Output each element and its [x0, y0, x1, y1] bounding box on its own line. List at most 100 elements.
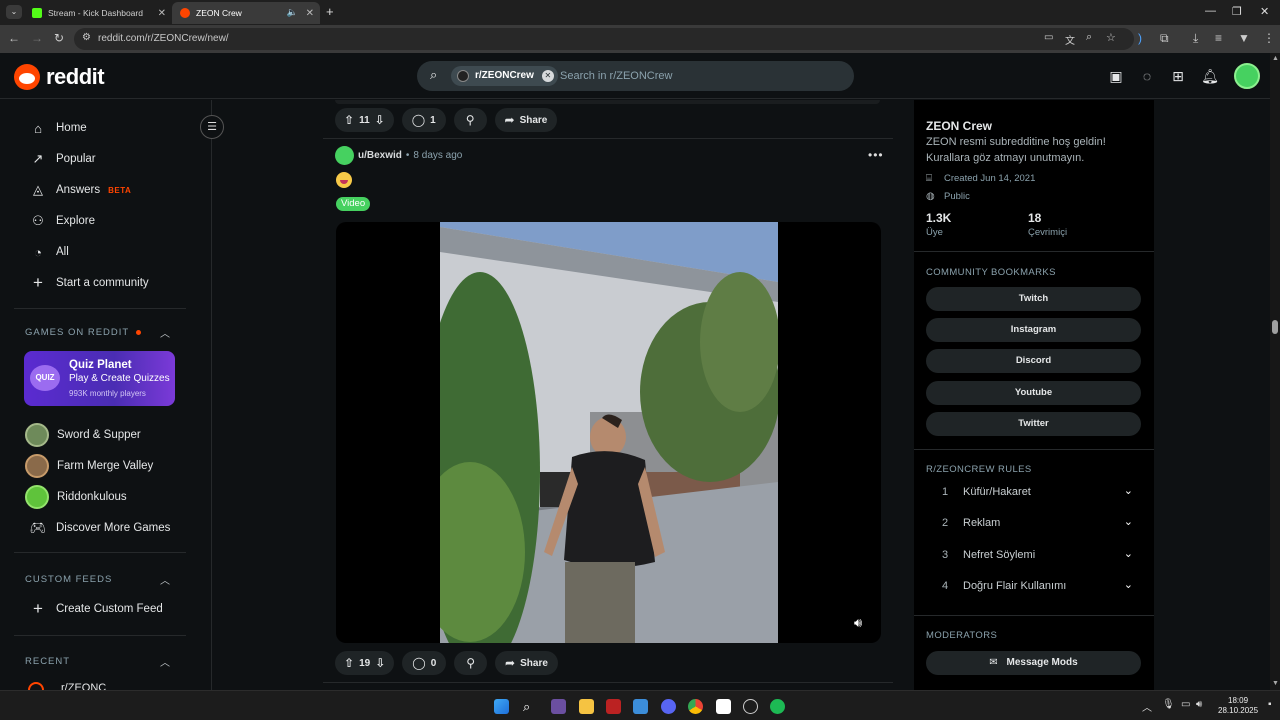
voicemeeter-icon[interactable] [606, 699, 621, 714]
clear-chip-icon[interactable]: ✕ [541, 70, 554, 82]
restore-icon[interactable]: ❐ [1232, 5, 1242, 18]
post-flair[interactable]: Video [336, 197, 371, 211]
chrome-icon[interactable] [688, 699, 703, 714]
rule-item[interactable]: 4 Doğru Flair Kullanımı ⌄ [926, 577, 1141, 599]
mute-toggle-icon[interactable]: 🔊︎ [854, 615, 862, 631]
site-info-icon[interactable]: ⚙ [82, 32, 91, 43]
post-options-icon[interactable]: ••• [868, 148, 884, 162]
notification-center-icon[interactable]: ▪ [1268, 699, 1272, 710]
new-tab-button[interactable]: + [326, 4, 334, 19]
windows-start-icon[interactable] [494, 699, 509, 714]
address-bar[interactable]: ⚙ reddit.com/r/ZEONCrew/new/ ▭ 文 ⌕ ☆ [74, 28, 1134, 50]
media-control-icon[interactable]: ≡ [1215, 31, 1222, 45]
upvote-icon[interactable]: ⇧ [344, 656, 354, 670]
downvote-icon[interactable]: ⇩ [375, 113, 385, 127]
downvote-icon[interactable]: ⇩ [375, 656, 385, 670]
system-clock[interactable]: 18:09 28.10.2025 [1218, 696, 1258, 716]
bookmark-star-icon[interactable]: ☆ [1106, 31, 1116, 44]
cast-icon[interactable]: ▭ [1044, 32, 1053, 43]
audio-playing-icon[interactable]: 🔈 [287, 7, 298, 18]
sidebar-toggle-button[interactable]: ☰ [200, 115, 224, 139]
sidebar-item-discover-games[interactable]: 🎮︎ Discover More Games [30, 518, 171, 538]
file-explorer-icon[interactable] [579, 699, 594, 714]
bookmark-twitch[interactable]: Twitch [926, 287, 1141, 311]
bookmark-instagram[interactable]: Instagram [926, 318, 1141, 342]
scroll-up-arrow-icon[interactable]: ▲ [1272, 55, 1279, 62]
sidebar-item-start-community[interactable]: + Start a community [30, 273, 149, 293]
scroll-down-arrow-icon[interactable]: ▼ [1272, 680, 1279, 687]
advertise-icon[interactable]: ▣ [1107, 67, 1125, 85]
video-scene [440, 222, 778, 643]
sidebar-item-all[interactable]: ◔ All [30, 242, 69, 262]
translate-icon[interactable]: 文 [1065, 32, 1075, 47]
comments-button[interactable]: ◯ 1 [401, 108, 446, 132]
bookmark-discord[interactable]: Discord [926, 349, 1141, 373]
sidebar-item-farm-merge[interactable]: Farm Merge Valley [25, 454, 153, 478]
close-tab-icon[interactable]: ✕ [158, 8, 166, 19]
download-icon[interactable]: ⤓ [1193, 31, 1198, 46]
search-bar[interactable]: ⌕ r/ZEONCrew ✕ Search in r/ZEONCrew [417, 61, 854, 91]
rule-item[interactable]: 1 Küfür/Hakaret ⌄ [926, 483, 1141, 505]
page-scrollbar[interactable]: ▲ ▼ [1270, 53, 1280, 690]
bookmark-youtube[interactable]: Youtube [926, 381, 1141, 405]
taskbar-app-icon[interactable] [633, 699, 648, 714]
sidebar-item-answers[interactable]: ◬ Answers BETA [30, 180, 131, 200]
video-player[interactable]: 🔊︎ [336, 222, 881, 643]
tab-list-button[interactable]: ⌄ [6, 5, 22, 19]
sidebar-item-home[interactable]: ⌂ Home [30, 118, 87, 138]
taskbar-app-icon[interactable] [743, 699, 758, 714]
collapse-recent-icon[interactable]: ︿ [160, 654, 170, 669]
tray-overflow-icon[interactable]: ︿ [1142, 699, 1152, 714]
award-button[interactable]: ⚲ [453, 108, 487, 132]
post-author[interactable]: u/Bexwid [358, 150, 402, 161]
discord-icon[interactable] [661, 699, 676, 714]
chat-icon[interactable]: ◌ [1138, 67, 1156, 85]
user-avatar[interactable] [1234, 63, 1260, 89]
cake-icon: ⌸ [926, 173, 932, 184]
upvote-icon[interactable]: ⇧ [344, 113, 354, 127]
share-button[interactable]: ➦ Share [494, 108, 558, 132]
spotify-icon[interactable] [770, 699, 785, 714]
message-mods-button[interactable]: ✉ Message Mods [926, 651, 1141, 675]
scrollbar-thumb[interactable] [1272, 320, 1278, 334]
extension-icon[interactable]: ) [1138, 31, 1142, 45]
sidebar-item-sword-supper[interactable]: Sword & Supper [25, 423, 141, 447]
close-window-icon[interactable]: ✕ [1260, 5, 1269, 18]
rule-number: 2 [942, 517, 949, 529]
minimize-icon[interactable]: — [1205, 5, 1216, 17]
network-icon[interactable]: ▭ [1181, 699, 1190, 710]
zoom-icon[interactable]: ⌕ [1086, 31, 1092, 44]
rule-item[interactable]: 2 Reklam ⌄ [926, 514, 1141, 536]
rules-heading: R/ZEONCREW RULES [926, 464, 1032, 475]
tab-zeon-crew[interactable]: ZEON Crew 🔈 ✕ [172, 2, 320, 24]
featured-game-card[interactable]: QUIZ Quiz Planet Play & Create Quizzes 9… [24, 351, 175, 406]
taskbar-app-icon[interactable] [551, 699, 566, 714]
award-button[interactable]: ⚲ [454, 651, 488, 675]
notion-icon[interactable] [716, 699, 731, 714]
close-tab-icon[interactable]: ✕ [306, 8, 314, 19]
bookmark-twitter[interactable]: Twitter [926, 412, 1141, 436]
back-icon[interactable]: ← [8, 31, 20, 45]
forward-icon[interactable]: → [31, 31, 43, 45]
volume-icon[interactable]: 🔊︎ [1196, 699, 1202, 710]
extensions-puzzle-icon[interactable]: ⧉ [1160, 31, 1169, 46]
tab-kick-dashboard[interactable]: Stream - Kick Dashboard ✕ [24, 2, 172, 24]
reddit-logo[interactable]: reddit [14, 64, 105, 90]
microphone-icon[interactable]: 🎙︎ [1162, 699, 1175, 710]
sidebar-item-explore[interactable]: ⚇ Explore [30, 211, 95, 231]
taskbar-search-icon[interactable]: ⌕ [523, 699, 538, 714]
create-post-icon[interactable]: ⊞ [1169, 67, 1187, 85]
create-custom-feed[interactable]: + Create Custom Feed [30, 599, 163, 619]
notifications-bell-icon[interactable]: 🔔︎ [1201, 67, 1219, 85]
author-avatar[interactable] [335, 146, 354, 165]
collapse-custom-feeds-icon[interactable]: ︿ [160, 572, 170, 587]
profile-icon[interactable]: ▼ [1238, 31, 1250, 45]
sidebar-item-popular[interactable]: ↗ Popular [30, 149, 96, 169]
rule-item[interactable]: 3 Nefret Söylemi ⌄ [926, 546, 1141, 568]
comments-button[interactable]: ◯ 0 [402, 651, 447, 675]
browser-menu-icon[interactable]: ⋮ [1263, 31, 1275, 45]
sidebar-item-riddonkulous[interactable]: Riddonkulous [25, 485, 127, 509]
share-button[interactable]: ➦ Share [495, 651, 558, 675]
collapse-games-icon[interactable]: ︿ [160, 325, 170, 340]
reload-icon[interactable]: ↻ [54, 31, 64, 45]
